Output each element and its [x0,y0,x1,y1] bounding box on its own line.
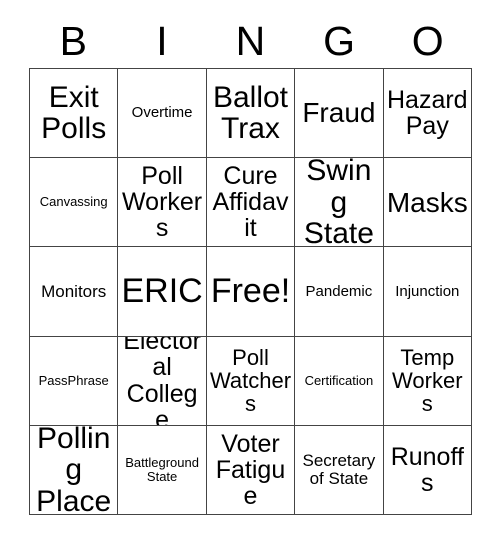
bingo-square-r5c3[interactable]: Voter Fatigue [206,425,296,515]
bingo-square-r4c4[interactable]: Certification [295,336,384,426]
bingo-square-label: Certification [304,372,374,388]
bingo-square-label: Cure Affidavit [212,161,289,243]
bingo-square-label: Battleground State [125,455,199,484]
bingo-square-free[interactable]: Free! [206,247,296,337]
bingo-square-label: Runoffs [390,442,464,497]
bingo-square-r1c2[interactable]: Overtime [118,69,207,159]
bingo-header-letter-n: N [235,18,266,64]
bingo-header-letter-b: B [59,18,87,64]
bingo-square-label: Monitors [41,281,107,301]
bingo-square-label: ERIC [121,271,203,310]
bingo-square-label: Hazard Pay [387,85,468,141]
bingo-square-label: Secretary of State [302,451,376,488]
bingo-square-r2c5[interactable]: Masks [383,158,472,248]
bingo-square-label: Fraud [302,97,376,129]
bingo-header-letter-o: O [411,18,444,64]
bingo-square-r5c4[interactable]: Secretary of State [295,425,384,515]
bingo-square-r3c1[interactable]: Monitors [30,247,119,337]
bingo-square-label: Injunction [395,282,460,300]
bingo-square-label: Poll Workers [122,161,203,243]
bingo-square-r4c5[interactable]: Temp Workers [383,336,472,426]
bingo-header-row: B I N G O [29,14,472,68]
bingo-square-label: Voter Fatigue [215,429,286,511]
bingo-square-r2c2[interactable]: Poll Workers [118,158,207,248]
bingo-card: B I N G O Exit Polls Overtime Ballot Trax F… [0,0,500,544]
bingo-square-r1c3[interactable]: Ballot Trax [206,69,296,159]
bingo-square-r5c5[interactable]: Runoffs [383,425,472,515]
bingo-square-r4c2[interactable]: Electoral College [118,336,207,426]
bingo-square-label: Poll Watchers [209,345,292,417]
bingo-square-label: Free! [210,271,291,310]
bingo-square-r1c5[interactable]: Hazard Pay [383,69,472,159]
bingo-square-label: Exit Polls [41,80,107,146]
bingo-square-r3c2[interactable]: ERIC [118,247,207,337]
bingo-square-r1c1[interactable]: Exit Polls [30,69,119,159]
bingo-square-label: Polling Place [36,425,112,515]
bingo-square-r3c4[interactable]: Pandemic [295,247,384,337]
bingo-square-r2c4[interactable]: Swing State [295,158,384,248]
bingo-square-label: Masks [386,186,468,218]
bingo-square-r2c1[interactable]: Canvassing [30,158,119,248]
bingo-square-label: Ballot Trax [212,80,289,146]
bingo-square-r5c2[interactable]: Battleground State [118,425,207,515]
bingo-square-label: PassPhrase [38,372,109,388]
bingo-square-r2c3[interactable]: Cure Affidavit [206,158,296,248]
bingo-square-r3c5[interactable]: Injunction [383,247,472,337]
bingo-square-label: Overtime [131,104,193,122]
bingo-square-label: Temp Workers [392,345,463,417]
bingo-header-letter-i: I [156,18,168,64]
bingo-square-r4c3[interactable]: Poll Watchers [206,336,296,426]
bingo-square-r5c1[interactable]: Polling Place [30,425,119,515]
bingo-square-label: Electoral College [123,336,201,426]
bingo-square-r4c1[interactable]: PassPhrase [30,336,119,426]
bingo-square-label: Canvassing [39,194,108,210]
bingo-grid: Exit Polls Overtime Ballot Trax Fraud Hazard… [29,68,472,515]
bingo-header-letter-g: G [323,18,356,64]
bingo-square-r1c4[interactable]: Fraud [295,69,384,159]
bingo-square-label: Pandemic [305,282,373,300]
bingo-square-label: Swing State [303,158,374,248]
